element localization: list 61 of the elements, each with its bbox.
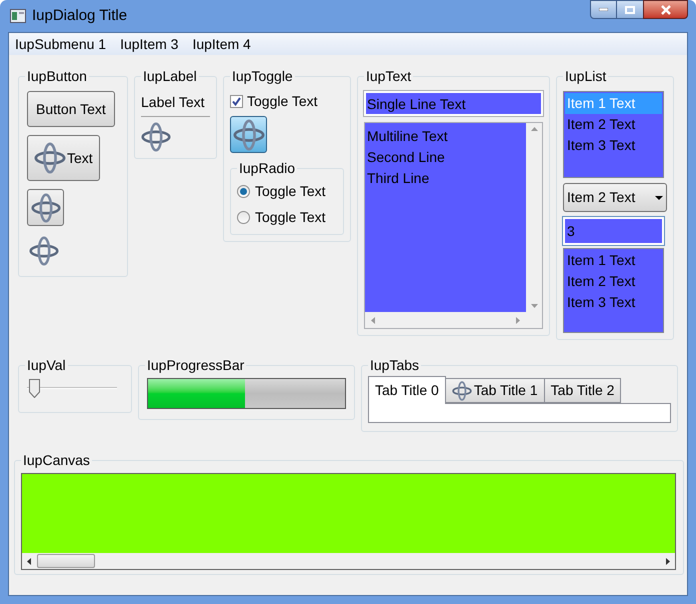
gimbal-icon	[452, 380, 472, 400]
tab[interactable]: Tab Title 0	[368, 376, 446, 404]
scroll-up-icon[interactable]	[530, 127, 538, 131]
tab[interactable]: Tab Title 1	[444, 378, 545, 403]
edit-field[interactable]: 3	[563, 217, 664, 245]
frame-title: IupText	[365, 67, 412, 85]
text-line: Multiline Text	[367, 127, 449, 146]
list-item[interactable]: Item 3 Text	[565, 135, 662, 156]
checkbox[interactable]	[230, 95, 243, 108]
scroll-down-icon[interactable]	[530, 304, 538, 308]
gimbal-icon	[141, 122, 171, 152]
list-item[interactable]: Item 3 Text	[565, 292, 662, 313]
frame-title: IupToggle	[231, 67, 294, 85]
frame-title: IupVal	[26, 356, 67, 374]
close-button[interactable]	[643, 0, 688, 19]
close-icon	[660, 4, 672, 14]
text-field[interactable]: Single Line Text	[364, 91, 543, 116]
scroll-right-icon[interactable]	[666, 558, 670, 564]
checkbox-label[interactable]: Toggle Text	[247, 91, 318, 112]
scrollbar-thumb[interactable]	[37, 554, 95, 568]
dropdown[interactable]: Item 2 Text	[563, 183, 667, 212]
scroll-left-icon[interactable]	[27, 558, 31, 564]
multiline-text-area[interactable]: Multiline Text Second Line Third Line	[364, 122, 543, 329]
frame-title: IupList	[564, 67, 608, 85]
list-item[interactable]: Item 2 Text	[565, 271, 662, 292]
icon-button[interactable]	[27, 189, 64, 226]
frame-title: IupProgressBar	[146, 356, 246, 374]
gimbal-icon	[30, 192, 60, 222]
gimbal-icon	[34, 142, 66, 174]
label-text: Label Text	[141, 93, 206, 111]
tab[interactable]: Tab Title 2	[544, 378, 622, 403]
frame-title: IupButton	[26, 67, 88, 85]
window-title: IupDialog Title	[32, 6, 128, 26]
icon-text-button[interactable]: Text	[27, 135, 100, 181]
menu-item[interactable]: IupItem 4	[192, 35, 251, 53]
maximize-icon	[625, 6, 635, 14]
frame-title: IupTabs	[369, 356, 420, 374]
dropdown-arrow-icon	[655, 196, 663, 200]
radio-button[interactable]: Toggle Text	[237, 181, 337, 202]
maximize-button[interactable]	[617, 0, 643, 19]
icon-toggle-button[interactable]	[230, 116, 267, 153]
gimbal-icon	[29, 236, 59, 266]
list-item[interactable]: Item 2 Text	[565, 114, 662, 135]
slider-track[interactable]	[27, 378, 117, 398]
frame-title: IupCanvas	[22, 451, 91, 469]
list-item[interactable]: Item 1 Text	[565, 250, 662, 271]
minimize-icon	[599, 8, 608, 11]
checkmark-icon	[232, 97, 241, 106]
text-line: Second Line	[367, 148, 446, 167]
menu-item[interactable]: IupItem 3	[120, 35, 178, 53]
minimize-button[interactable]	[590, 0, 617, 19]
frame-title: IupRadio	[238, 159, 296, 177]
slider-thumb[interactable]	[28, 379, 40, 398]
text-line: Third Line	[367, 169, 430, 188]
frame-title: IupLabel	[142, 67, 198, 85]
menu-item[interactable]: IupSubmenu 1	[15, 35, 106, 53]
app-icon	[10, 9, 26, 23]
radio-button[interactable]: Toggle Text	[237, 207, 337, 228]
text-button[interactable]: Button Text	[27, 91, 115, 127]
flat-icon-button[interactable]	[27, 234, 61, 268]
gimbal-icon	[232, 118, 264, 150]
